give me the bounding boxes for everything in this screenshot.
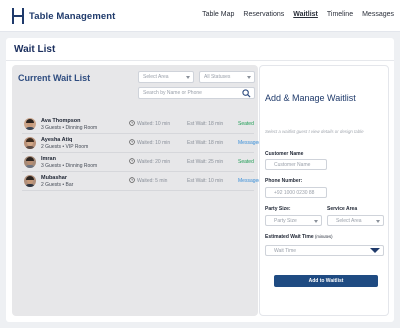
avatar [24,118,36,130]
list-item[interactable]: Ava Thompson 3 Guests • Dinning Room Wai… [22,116,254,134]
phone-placeholder: +92 1000 0230 88 [274,190,315,196]
nav-table-map[interactable]: Table Map [202,11,234,18]
clock-icon [129,158,135,164]
estimated-wait: Est Wait: 18 min [187,140,224,146]
clock-icon [129,139,135,145]
customer-name-placeholder: Customer Name [274,162,311,168]
customer-name-label: Customer Name [265,151,304,157]
guest-details: 3 Guests • Dinning Room [41,125,98,131]
list-item[interactable]: Ayesha Atiq 2 Guests • VIP Room Waited: … [22,135,261,153]
chevron-down-icon [186,76,190,79]
status-filter-select[interactable]: All Statuses [199,71,255,83]
service-area-label: Service Area [327,206,358,212]
list-item[interactable]: Mubashar 2 Guests • Bar Waited: 5 min Es… [22,173,261,191]
phone-field[interactable]: +92 1000 0230 88 [265,187,327,198]
app-title: Table Management [29,11,116,22]
guest-details: 3 Guests • Dinning Room [41,163,98,169]
estimated-wait: Est Wait: 25 min [187,159,224,165]
status-badge: Messaged [238,178,262,184]
avatar [24,175,36,187]
wait-list-title: Current Wait List [18,73,91,83]
nav-timeline[interactable]: Timeline [327,11,353,18]
manage-hint: Select a waitlist guest t view details o… [265,129,364,134]
status-filter-value: All Statuses [204,74,231,80]
manage-title: Add & Manage Waitlist [265,93,356,103]
area-filter-select[interactable]: Select Area [138,71,194,83]
top-navigation-bar: Table Management Table Map Reservations … [0,0,400,32]
search-icon[interactable] [242,89,251,98]
divider [6,60,394,61]
waited-time: Waited: 5 min [137,178,168,184]
party-size-select[interactable]: Party Size [265,215,322,226]
area-filter-value: Select Area [143,74,169,80]
nav-waitlist[interactable]: Waitlist [293,11,318,18]
clock-icon [129,120,135,126]
nav-messages[interactable]: Messages [362,11,394,18]
wait-time-placeholder: Wait Time [274,248,297,254]
service-area-placeholder: Select Area [336,218,362,224]
search-placeholder: Search by Name or Phone [143,90,202,96]
status-badge: Seated [238,121,254,127]
party-size-label: Party Size: [265,206,291,212]
guest-name: Mubashar [41,175,67,181]
chevron-down-icon [247,76,251,79]
waited-time: Waited: 10 min [137,121,171,127]
search-input[interactable]: Search by Name or Phone [138,87,255,99]
guest-details: 2 Guests • Bar [41,182,74,188]
status-badge: Messaged [238,140,262,146]
estimated-wait: Est Wait: 10 min [187,178,224,184]
guest-name: Imran [41,156,56,162]
add-to-waitlist-button[interactable]: Add to Waitlist [274,275,378,287]
guest-name: Ava Thompson [41,118,81,124]
wait-time-select[interactable]: Wait Time [265,245,384,256]
avatar [24,137,36,149]
current-wait-list-panel: Current Wait List Select Area All Status… [12,65,261,316]
nav-reservations[interactable]: Reservations [243,11,284,18]
logo-icon [12,8,24,24]
main-card: Wait List Current Wait List Select Area … [6,38,394,322]
service-area-select[interactable]: Select Area [327,215,384,226]
chevron-down-icon [370,248,380,253]
phone-label: Phone Number: [265,178,303,184]
estimated-wait: Est Wait: 18 min [187,121,224,127]
avatar [24,156,36,168]
list-item[interactable]: Imran 3 Guests • Dinning Room Waited: 20… [22,154,254,172]
page-title: Wait List [14,44,56,55]
main-nav: Table Map Reservations Waitlist Timeline… [202,11,394,18]
waited-time: Waited: 20 min [137,159,171,165]
waited-time: Waited: 10 min [137,140,171,146]
party-size-placeholder: Party Size [274,218,297,224]
wait-time-label: Estimated Wait Time (minutes) [265,234,332,240]
chevron-down-icon [376,219,380,223]
customer-name-field[interactable]: Customer Name [265,159,327,170]
status-badge: Seated [238,159,254,165]
manage-waitlist-panel: Add & Manage Waitlist Select a waitlist … [259,65,389,316]
wait-time-unit: (minutes) [315,234,333,239]
clock-icon [129,177,135,183]
wait-time-label-text: Estimated Wait Time [265,234,314,240]
guest-details: 2 Guests • VIP Room [41,144,89,150]
guest-name: Ayesha Atiq [41,137,73,143]
chevron-down-icon [314,219,318,223]
